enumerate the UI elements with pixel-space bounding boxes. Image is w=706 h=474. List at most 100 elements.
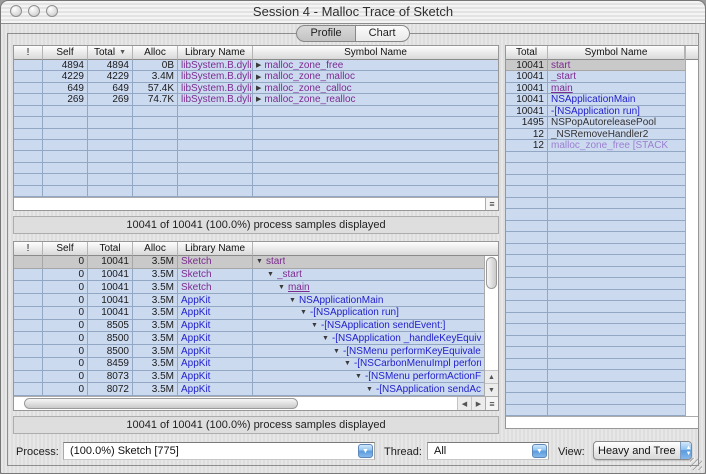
table-row[interactable]: [14, 186, 498, 197]
column-header-total[interactable]: Total▼: [88, 46, 133, 60]
table-row[interactable]: [506, 382, 685, 393]
grid-view-icon[interactable]: ≡: [485, 198, 498, 210]
table-row[interactable]: 085003.5MAppKit▼-[NSMenu performKeyEquiv…: [14, 345, 484, 358]
table-row[interactable]: 0100413.5MSketch▼start: [14, 256, 484, 269]
top-table-hscrollbar[interactable]: ≡: [14, 197, 498, 210]
column-header-self[interactable]: Self: [43, 46, 88, 60]
title-bar[interactable]: Session 4 - Malloc Trace of Sketch: [1, 1, 705, 24]
table-row[interactable]: 10041main: [506, 83, 685, 94]
minimize-icon[interactable]: [28, 5, 40, 17]
disclosure-triangle-icon[interactable]: ▼: [355, 373, 362, 380]
disclosure-triangle-icon[interactable]: ▶: [256, 73, 261, 81]
disclosure-triangle-icon[interactable]: ▶: [256, 95, 261, 103]
hscroll-thumb[interactable]: [24, 398, 298, 409]
disclosure-triangle-icon[interactable]: ▼: [300, 309, 307, 316]
table-row[interactable]: 0100413.5MSketch▼main: [14, 281, 484, 294]
table-row[interactable]: [506, 393, 685, 404]
table-row[interactable]: [14, 106, 498, 117]
disclosure-triangle-icon[interactable]: ▶: [256, 84, 261, 92]
scroll-up-icon[interactable]: ▲: [485, 370, 498, 383]
disclosure-triangle-icon[interactable]: ▼: [311, 322, 318, 329]
table-row[interactable]: 489448940BlibSystem.B.dylib▶malloc_zone_…: [14, 60, 498, 71]
disclosure-triangle-icon[interactable]: ▼: [256, 258, 263, 265]
table-row[interactable]: [506, 244, 685, 255]
table-row[interactable]: [14, 163, 498, 174]
column-header-total[interactable]: Total: [88, 242, 133, 256]
table-row[interactable]: 080723.5MAppKit▼-[NSApplication sendActi…: [14, 383, 484, 396]
table-row[interactable]: [506, 186, 685, 197]
table-row[interactable]: 1495NSPopAutoreleasePool: [506, 117, 685, 128]
table-row[interactable]: 0100413.5MSketch▼_start: [14, 269, 484, 282]
vscroll-thumb[interactable]: [486, 257, 497, 289]
table-row[interactable]: [506, 278, 685, 289]
table-row[interactable]: [14, 129, 498, 140]
table-row[interactable]: [506, 175, 685, 186]
scroll-down-icon[interactable]: ▼: [485, 383, 498, 396]
table-row[interactable]: [506, 152, 685, 163]
table-row[interactable]: [506, 405, 685, 416]
table-row[interactable]: [506, 336, 685, 347]
table-row[interactable]: [506, 290, 685, 301]
column-header-library[interactable]: Library Name: [178, 242, 253, 256]
column-header-bang[interactable]: !: [14, 242, 43, 256]
table-row[interactable]: 26926974.7KlibSystem.B.dylib▶malloc_zone…: [14, 94, 498, 105]
table-row[interactable]: [14, 117, 498, 128]
table-row[interactable]: 080733.5MAppKit▼-[NSMenu performActionFo…: [14, 371, 484, 384]
grid-view-icon[interactable]: ≡: [485, 397, 498, 410]
table-row[interactable]: 085053.5MAppKit▼-[NSApplication sendEven…: [14, 320, 484, 333]
table-row[interactable]: 12malloc_zone_free [STACK: [506, 140, 685, 151]
disclosure-triangle-icon[interactable]: ▼: [278, 284, 285, 291]
column-header-alloc[interactable]: Alloc: [133, 242, 178, 256]
table-row[interactable]: 422942293.4MlibSystem.B.dylib▶malloc_zon…: [14, 71, 498, 82]
disclosure-triangle-icon[interactable]: ▼: [366, 386, 373, 393]
disclosure-triangle-icon[interactable]: ▼: [289, 297, 296, 304]
table-row[interactable]: 10041NSApplicationMain: [506, 94, 685, 105]
disclosure-triangle-icon[interactable]: ▼: [322, 335, 329, 342]
table-row[interactable]: 10041_start: [506, 71, 685, 82]
table-row[interactable]: [506, 221, 685, 232]
table-row[interactable]: [506, 232, 685, 243]
table-row[interactable]: [506, 255, 685, 266]
disclosure-triangle-icon[interactable]: ▼: [344, 360, 351, 367]
column-header-alloc[interactable]: Alloc: [133, 46, 178, 60]
column-header-self[interactable]: Self: [43, 242, 88, 256]
table-row[interactable]: [14, 151, 498, 162]
table-row[interactable]: 085003.5MAppKit▼-[NSApplication _handleK…: [14, 332, 484, 345]
table-row[interactable]: 10041start: [506, 60, 685, 71]
column-header-symbol[interactable]: Symbol Name: [253, 46, 498, 60]
process-popup[interactable]: (100.0%) Sketch [775] ▼: [63, 442, 375, 460]
column-header-symbol[interactable]: Symbol Name: [548, 46, 685, 60]
table-row[interactable]: [506, 324, 685, 335]
scroll-right-icon[interactable]: ▶: [471, 397, 485, 410]
column-header-bang[interactable]: !: [14, 46, 43, 60]
column-header-symbol[interactable]: [253, 242, 498, 256]
bottom-table-vscrollbar[interactable]: ▲ ▼: [484, 256, 498, 396]
column-header-total[interactable]: Total: [506, 46, 548, 60]
right-table-hscrollbar[interactable]: [506, 416, 698, 428]
table-row[interactable]: [506, 313, 685, 324]
popup-arrow-icon[interactable]: ▼: [358, 444, 373, 458]
table-row[interactable]: [506, 359, 685, 370]
table-row[interactable]: [506, 370, 685, 381]
table-row[interactable]: [506, 267, 685, 278]
table-row[interactable]: [14, 174, 498, 185]
table-row[interactable]: 12_NSRemoveHandler2: [506, 129, 685, 140]
table-row[interactable]: [506, 301, 685, 312]
table-row[interactable]: 64964957.4KlibSystem.B.dylib▶malloc_zone…: [14, 83, 498, 94]
right-table-vscrollbar[interactable]: [685, 60, 698, 416]
zoom-icon[interactable]: [46, 5, 58, 17]
table-row[interactable]: 10041-[NSApplication run]: [506, 106, 685, 117]
popup-arrow-icon[interactable]: ▼: [532, 444, 547, 458]
table-row[interactable]: [506, 198, 685, 209]
close-icon[interactable]: [10, 5, 22, 17]
tab-chart[interactable]: Chart: [356, 25, 410, 42]
disclosure-triangle-icon[interactable]: ▶: [256, 61, 261, 69]
tab-profile[interactable]: Profile: [296, 25, 355, 42]
table-row[interactable]: 084593.5MAppKit▼-[NSCarbonMenuImpl perfo…: [14, 358, 484, 371]
bottom-table-hscrollbar[interactable]: ◀ ▶ ≡: [14, 396, 498, 410]
table-row[interactable]: [14, 140, 498, 151]
scroll-left-icon[interactable]: ◀: [457, 397, 471, 410]
thread-popup[interactable]: All ▼: [427, 442, 549, 460]
disclosure-triangle-icon[interactable]: ▼: [267, 271, 274, 278]
disclosure-triangle-icon[interactable]: ▼: [333, 348, 340, 355]
